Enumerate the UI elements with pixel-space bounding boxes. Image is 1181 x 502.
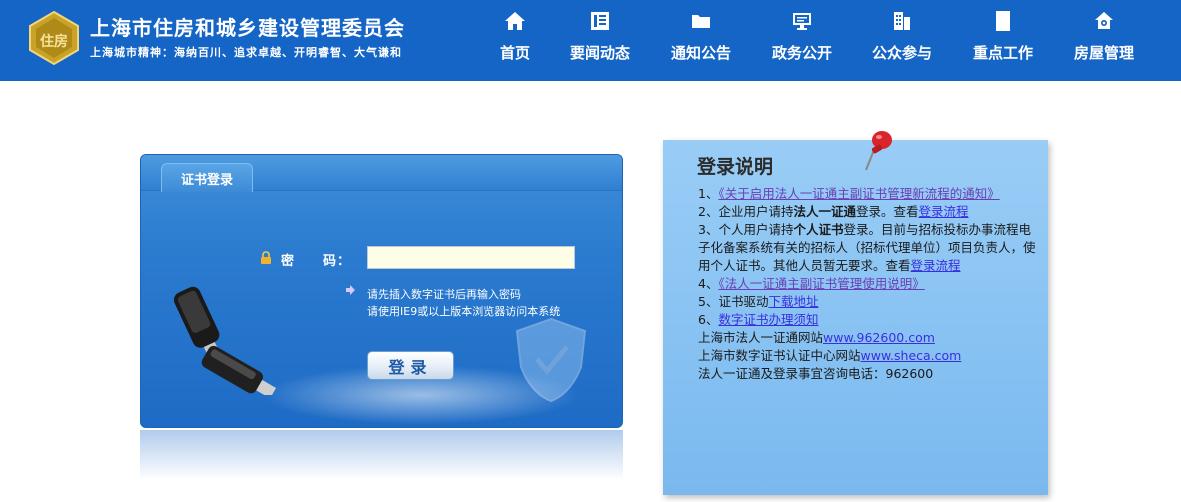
item-text: 上海市法人一证通网站 — [698, 330, 824, 345]
instruction-item: 6、数字证书办理须知 — [698, 311, 1054, 329]
item-text: 登录。查看 — [855, 204, 919, 219]
nav-label: 首页 — [499, 44, 530, 62]
nav-label: 重点工作 — [972, 44, 1033, 62]
login-button[interactable]: 登录 — [367, 351, 454, 380]
new-process-notice-link[interactable]: 《关于启用法人一证通主副证书管理新流程的通知》 — [718, 186, 999, 201]
shield-icon — [515, 317, 587, 403]
lock-icon — [261, 251, 271, 264]
folder-icon — [692, 15, 710, 28]
arrow-right-icon — [346, 285, 355, 295]
phone-line: 法人一证通及登录事宜咨询电话：962600 — [698, 365, 1054, 383]
item-bold-text: 个人证书 — [793, 222, 844, 237]
certificate-guide-link[interactable]: 数字证书办理须知 — [718, 312, 818, 327]
instruction-item: 3、个人用户请持个人证书登录。目前与招标投标办事流程电 — [698, 221, 1054, 239]
nav-label: 政务公开 — [771, 44, 832, 62]
monitor-icon — [793, 13, 811, 30]
item-text: 用个人证书。其他人员暂无要求。查看 — [698, 258, 911, 273]
nav-item-gov-affairs[interactable]: 政务公开 — [752, 0, 852, 81]
item-text: 上海市数字证书认证中心网站 — [698, 348, 861, 363]
site-slogan: 上海城市精神：海纳百川、追求卓越、开明睿智、大气谦和 — [90, 46, 402, 59]
site-header: 住房 上海市住房和城乡建设管理委员会 上海城市精神：海纳百川、追求卓越、开明睿智… — [0, 0, 1181, 81]
nav-item-key-work[interactable]: 重点工作 — [952, 0, 1054, 81]
nav-item-notices[interactable]: 通知公告 — [650, 0, 752, 81]
item-text: 2、企业用户请持 — [698, 204, 794, 219]
nav-item-news[interactable]: 要闻动态 — [550, 0, 650, 81]
instruction-item: 5、证书驱动下载地址 — [698, 293, 1054, 311]
pushpin-icon — [865, 131, 892, 171]
panel-reflection — [140, 430, 623, 480]
password-label: 密 码： — [281, 254, 352, 269]
certificate-manual-link[interactable]: 《法人一证通主副证书管理使用说明》 — [718, 276, 924, 291]
news-icon — [591, 12, 609, 30]
item-text: 5、证书驱动 — [698, 294, 769, 309]
document-icon — [996, 11, 1010, 31]
nav-item-housing[interactable]: 房屋管理 — [1054, 0, 1154, 81]
item-prefix: 1、 — [698, 186, 719, 201]
hint-insert-certificate: 请先插入数字证书后再输入密码 — [367, 288, 521, 301]
website-962600-link[interactable]: www.962600.com — [823, 330, 935, 345]
instruction-item-continued: 子化备案系统有关的招标人（招标代理单位）项目负责人，使 — [698, 239, 1054, 257]
nav-item-public[interactable]: 公众参与 — [852, 0, 952, 81]
main-nav: 首页 要闻动态 通知公告 政务公开 公众参与 重点工作 房屋管理 — [480, 0, 1154, 81]
login-process-link[interactable]: 登录流程 — [919, 204, 969, 219]
item-text: 子化备案系统有关的招标人（招标代理单位）项目负责人，使 — [698, 240, 1036, 255]
instruction-item: 2、企业用户请持法人一证通登录。查看登录流程 — [698, 203, 1054, 221]
logo-text: 住房 — [40, 33, 68, 50]
item-text: 法人一证通及登录事宜咨询电话：962600 — [698, 366, 934, 381]
nav-item-home[interactable]: 首页 — [480, 0, 550, 81]
building-icon — [894, 12, 910, 30]
instruction-item: 1、《关于启用法人一证通主副证书管理新流程的通知》 — [698, 185, 1054, 203]
item-text: 登录。目前与招标投标办事流程电 — [843, 222, 1031, 237]
item-text: 3、个人用户请持 — [698, 222, 794, 237]
instructions-list: 1、《关于启用法人一证通主副证书管理新流程的通知》 2、企业用户请持法人一证通登… — [698, 185, 1054, 383]
tab-certificate-login[interactable]: 证书登录 — [161, 163, 253, 192]
login-process-link[interactable]: 登录流程 — [911, 258, 961, 273]
instructions-title: 登录说明 — [697, 156, 774, 178]
usb-key-image — [173, 286, 277, 395]
hint-browser-version: 请使用IE9或以上版本浏览器访问本系统 — [367, 305, 561, 318]
instruction-item-continued: 用个人证书。其他人员暂无要求。查看登录流程 — [698, 257, 1054, 275]
nav-label: 要闻动态 — [569, 44, 630, 62]
website-line: 上海市数字证书认证中心网站www.sheca.com — [698, 347, 1054, 365]
item-prefix: 6、 — [698, 312, 719, 327]
item-bold-text: 法人一证通 — [793, 204, 856, 219]
instruction-item: 4、《法人一证通主副证书管理使用说明》 — [698, 275, 1054, 293]
website-line: 上海市法人一证通网站www.962600.com — [698, 329, 1054, 347]
password-input[interactable] — [367, 246, 575, 269]
logo-icon[interactable]: 住房 — [26, 10, 82, 66]
site-title: 上海市住房和城乡建设管理委员会 — [90, 16, 405, 40]
item-prefix: 4、 — [698, 276, 719, 291]
home-icon — [505, 12, 525, 30]
house-gear-icon — [1095, 12, 1113, 29]
driver-download-link[interactable]: 下载地址 — [768, 294, 818, 309]
website-sheca-link[interactable]: www.sheca.com — [861, 348, 962, 363]
nav-label: 通知公告 — [670, 44, 731, 62]
nav-label: 房屋管理 — [1073, 44, 1134, 62]
nav-label: 公众参与 — [871, 44, 932, 62]
login-panel: 证书登录 密 码： 请先插入数字证书后再输入密码 请使用IE9或以上版本浏览器访… — [140, 154, 623, 428]
